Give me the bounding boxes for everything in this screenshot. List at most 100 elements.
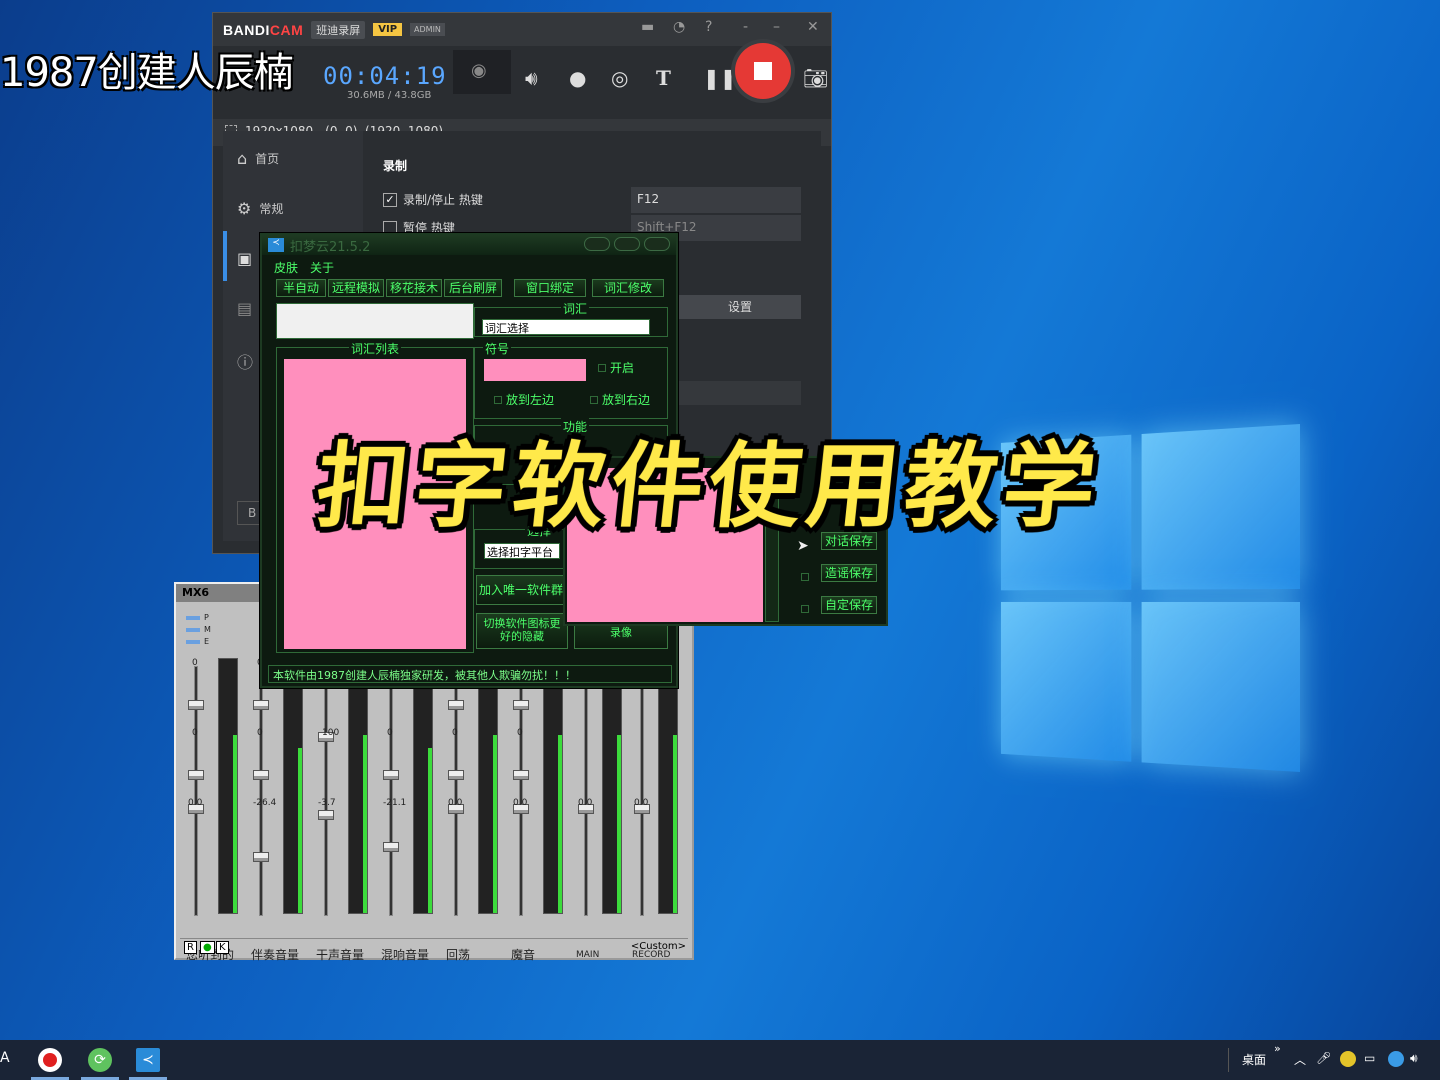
settings-field xyxy=(679,381,801,405)
save-options: ➤ xyxy=(787,538,883,630)
level-meter xyxy=(218,658,238,914)
microphone-icon[interactable]: ● xyxy=(569,66,586,90)
video-settings-icon[interactable]: ▣ xyxy=(237,249,252,268)
close-icon[interactable]: ✕ xyxy=(807,19,819,35)
volume-icon[interactable]: 🔊︎ xyxy=(1410,1051,1418,1066)
record-toggle-button[interactable]: R xyxy=(184,941,197,954)
fader-track xyxy=(324,666,328,916)
maximize-button[interactable] xyxy=(614,237,640,251)
fader-knob[interactable] xyxy=(448,770,464,780)
symbol-input[interactable] xyxy=(484,359,586,381)
minimize-button[interactable] xyxy=(584,237,610,251)
stop-record-button[interactable] xyxy=(735,43,791,99)
fader-track xyxy=(584,666,588,916)
desktop-toolbar-label[interactable]: 桌面 xyxy=(1242,1051,1266,1068)
fader-knob[interactable] xyxy=(188,770,204,780)
power-toggle-button[interactable]: ● xyxy=(200,941,215,954)
join-group-button[interactable]: 加入唯一软件群 xyxy=(476,575,566,605)
bandicam-logo: BANDICAM xyxy=(223,21,304,38)
network-icon[interactable]: ▭ xyxy=(1364,1051,1375,1065)
pause-icon[interactable]: ❚❚ xyxy=(703,66,737,90)
vocab-select[interactable]: 词汇选择 xyxy=(482,319,650,335)
channel-value: 0.0 xyxy=(513,798,528,808)
tab-semi-auto[interactable]: 半自动 xyxy=(276,279,326,297)
menu-about[interactable]: 关于 xyxy=(310,259,334,276)
tab-graft[interactable]: 移花接木 xyxy=(386,279,442,297)
fader-knob[interactable] xyxy=(383,842,399,852)
tab-window-bind[interactable]: 窗口绑定 xyxy=(514,279,586,297)
fader-track xyxy=(640,666,644,916)
fader-knob[interactable] xyxy=(188,700,204,710)
channel-value: 0.0 xyxy=(448,798,463,808)
switch-icon-button[interactable]: 切换软件图标更 好的隐藏 xyxy=(476,613,568,649)
app-title: 扣梦云21.5.2 xyxy=(290,239,371,255)
fader-knob[interactable] xyxy=(513,770,529,780)
channel-top-value: 0 xyxy=(192,658,198,668)
tab-remote[interactable]: 远程模拟 xyxy=(328,279,384,297)
symbol-group: 符号 xyxy=(474,340,668,419)
clock-icon[interactable]: ◔ xyxy=(673,19,685,35)
fader-knob[interactable] xyxy=(253,852,269,862)
text-icon[interactable]: T xyxy=(656,66,671,90)
checkbox-rumor-save[interactable] xyxy=(801,570,813,584)
tray-divider xyxy=(1228,1048,1229,1072)
partial-app-icon[interactable]: A xyxy=(0,1050,10,1066)
preset-select[interactable]: <Custom> xyxy=(631,941,686,952)
fader-knob[interactable] xyxy=(253,700,269,710)
show-hidden-icons-icon[interactable]: ︿ xyxy=(1294,1051,1306,1068)
checkbox-checked[interactable]: ✓ xyxy=(383,192,397,207)
help-icon[interactable]: ? xyxy=(705,19,712,35)
sidebar-item-home[interactable]: ⌂ 首页 xyxy=(237,149,279,168)
fish-app-icon[interactable]: ≺ xyxy=(136,1048,160,1072)
folder-icon[interactable]: ▬ xyxy=(641,19,654,35)
menu-skin[interactable]: 皮肤 xyxy=(274,259,298,276)
level-meter xyxy=(658,658,678,914)
mini-icon[interactable]: - xyxy=(743,19,748,35)
speaker-icon[interactable]: 🔊︎ xyxy=(525,66,538,90)
fader-knob[interactable] xyxy=(318,810,334,820)
left-checkbox[interactable]: 放到左边 xyxy=(494,391,554,408)
fader-knob[interactable] xyxy=(513,700,529,710)
channel-mid-value: 0 xyxy=(192,728,198,738)
text-input[interactable] xyxy=(276,303,474,339)
bandicam-taskbar-icon[interactable] xyxy=(38,1048,62,1072)
platform-select[interactable]: 选择扣字平台 xyxy=(484,543,560,559)
toolbar-chevron[interactable]: » xyxy=(1274,1042,1281,1055)
k-tray-icon[interactable] xyxy=(1388,1051,1404,1067)
fader-knob[interactable] xyxy=(383,770,399,780)
checkbox-custom-save[interactable] xyxy=(801,602,813,616)
camera-icon[interactable]: 📷︎ xyxy=(803,66,828,90)
tab-vocab-edit[interactable]: 词汇修改 xyxy=(592,279,664,297)
custom-save-button[interactable]: 自定保存 xyxy=(821,596,877,614)
fader-knob[interactable] xyxy=(253,770,269,780)
webcam-icon: ◉ xyxy=(471,60,487,81)
refresh-app-icon[interactable]: ⟳ xyxy=(88,1048,112,1072)
info-icon[interactable]: ⓘ xyxy=(237,349,253,373)
channel-mid-value: 100 xyxy=(322,728,340,738)
microphone-tray-icon[interactable]: 🎤︎ xyxy=(1316,1051,1331,1065)
minimize-icon[interactable]: – xyxy=(773,19,780,35)
creator-watermark: 1987创建人辰楠 xyxy=(0,50,294,96)
right-checkbox[interactable]: 放到右边 xyxy=(590,391,650,408)
channel-value: -21.1 xyxy=(383,798,407,808)
k-toggle-button[interactable]: K xyxy=(216,941,229,954)
close-button[interactable] xyxy=(644,237,670,251)
webcam-button[interactable]: ◉ xyxy=(453,50,511,94)
sidebar-item-general[interactable]: ⚙ 常规 xyxy=(237,199,283,218)
tab-background[interactable]: 后台刷屏 xyxy=(444,279,502,297)
hotkey-field-record[interactable]: F12 xyxy=(631,187,801,213)
settings-button[interactable]: 设置 xyxy=(679,295,801,319)
mixer-footer: R ● K <Custom> xyxy=(180,938,688,954)
mouse-effect-icon[interactable]: ◎ xyxy=(611,66,628,90)
gear-icon: ⚙ xyxy=(237,199,252,218)
level-meter xyxy=(543,658,563,914)
image-settings-icon[interactable]: ▤ xyxy=(237,299,252,318)
footer-notice: 本软件由1987创建人辰楠独家研发，被其他人欺骗勿扰！！！ xyxy=(268,665,672,683)
rumor-save-button[interactable]: 造谣保存 xyxy=(821,564,877,582)
fader-knob[interactable] xyxy=(448,700,464,710)
tray-app-icon[interactable] xyxy=(1340,1051,1356,1067)
hotkey-row-record[interactable]: ✓ 录制/停止 热键 xyxy=(383,191,483,208)
channel-value: -26.4 xyxy=(253,798,277,808)
open-checkbox[interactable]: 开启 xyxy=(598,359,634,376)
channel-value: 0.0 xyxy=(634,798,649,808)
